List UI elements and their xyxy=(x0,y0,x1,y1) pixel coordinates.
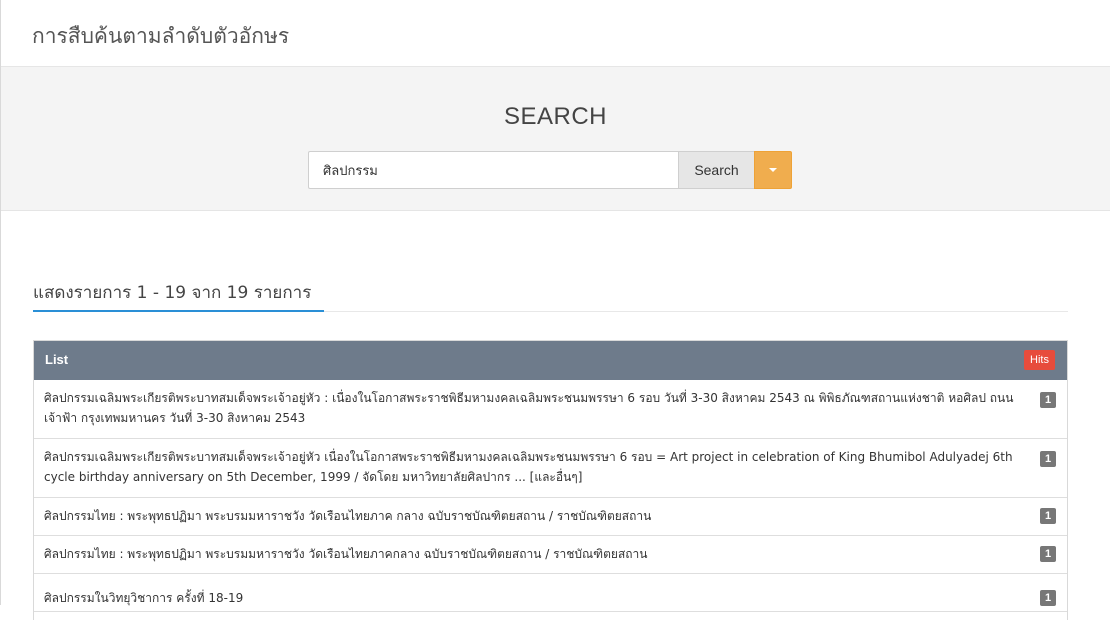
hits-count-badge: 1 xyxy=(1040,546,1056,562)
summary-underline xyxy=(33,310,324,312)
list-header-label: List xyxy=(45,352,69,367)
search-heading: SEARCH xyxy=(503,103,608,130)
list-item-title[interactable]: ศิลปกรรมในวิทยุวิชาการ ครั้งที่ 18-19 xyxy=(44,588,1019,608)
search-options-dropdown-button[interactable] xyxy=(754,151,792,189)
search-input[interactable] xyxy=(308,151,678,189)
list-item[interactable]: ศิลปกรรมเฉลิมพระเกียรติพระบาทสมเด็จพระเจ… xyxy=(34,439,1067,498)
list-item[interactable]: ศิลปกรรมเฉลิมพระเกียรติพระบาทสมเด็จพระเจ… xyxy=(34,380,1067,439)
list-item-title[interactable]: ศิลปกรรมเฉลิมพระเกียรติพระบาทสมเด็จพระเจ… xyxy=(44,447,1019,487)
list-item-title[interactable]: ศิลปกรรมไทย : พระพุทธปฏิมา พระบรมมหาราชว… xyxy=(44,506,1019,526)
list-item-title[interactable]: ศิลปกรรมไทย : พระพุทธปฏิมา พระบรมมหาราชว… xyxy=(44,544,1019,564)
list-item-title[interactable]: ศิลปกรรมเฉลิมพระเกียรติพระบาทสมเด็จพระเจ… xyxy=(44,388,1019,428)
list-item[interactable]: ศิลปกรรมไทย : พระพุทธปฏิมา พระบรมมหาราชว… xyxy=(34,498,1067,536)
list-item[interactable]: ศิลปกรรมไทย : พระพุทธปฏิมา พระบรมมหาราชว… xyxy=(34,536,1067,574)
search-button[interactable]: Search xyxy=(678,151,754,189)
caret-down-icon xyxy=(769,168,777,172)
list-item[interactable]: ศิลปกรรมในวิทยุวิชาการ ครั้งที่ 18-19 1 xyxy=(34,574,1067,612)
search-panel: SEARCH Search xyxy=(1,67,1110,211)
title-bar: การสืบค้นตามลำดับตัวอักษร xyxy=(1,0,1110,67)
results-list-panel: List Hits ศิลปกรรมเฉลิมพระเกียรติพระบาทส… xyxy=(33,340,1068,620)
hits-count-badge: 1 xyxy=(1040,508,1056,524)
hits-count-badge: 1 xyxy=(1040,392,1056,408)
hits-count-badge: 1 xyxy=(1040,590,1056,606)
results-summary: แสดงรายการ 1 - 19 จาก 19 รายการ xyxy=(33,283,312,303)
hits-count-badge: 1 xyxy=(1040,451,1056,467)
hits-header-badge: Hits xyxy=(1024,350,1055,370)
list-header: List Hits xyxy=(34,341,1067,380)
page-title: การสืบค้นตามลำดับตัวอักษร xyxy=(32,24,290,48)
